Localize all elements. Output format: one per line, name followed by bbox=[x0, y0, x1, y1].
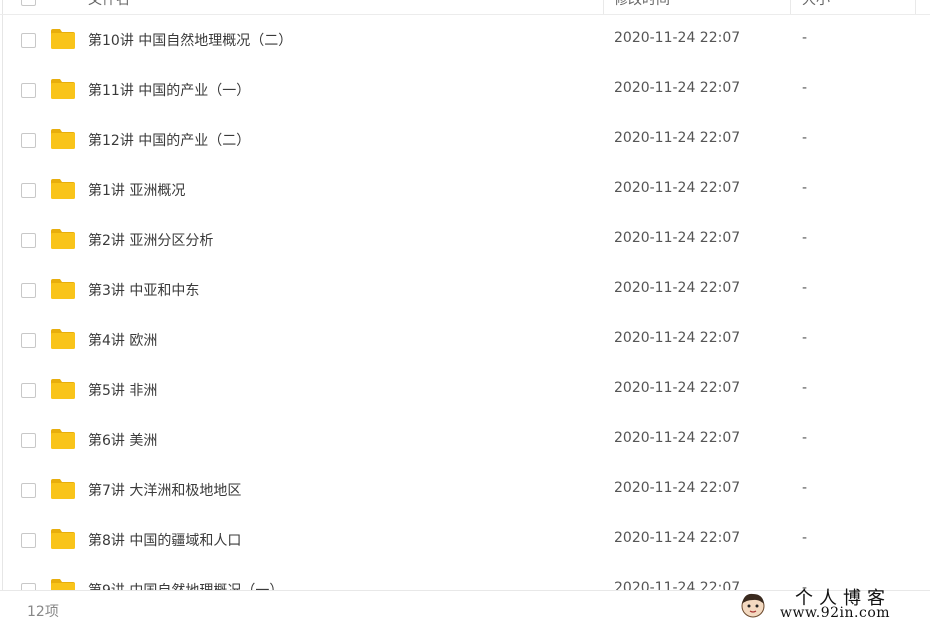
list-header: 文件名 修改时间 大小 bbox=[0, 0, 930, 15]
table-row[interactable]: 第11讲 中国的产业（一） 2020-11-24 22:07 - bbox=[0, 65, 930, 115]
table-row[interactable]: 第8讲 中国的疆域和人口 2020-11-24 22:07 - bbox=[0, 515, 930, 565]
column-divider[interactable] bbox=[790, 0, 791, 14]
file-name[interactable]: 第8讲 中国的疆域和人口 bbox=[88, 530, 241, 550]
folder-icon[interactable] bbox=[50, 128, 76, 150]
row-checkbox[interactable] bbox=[21, 233, 36, 248]
modified-time: 2020-11-24 22:07 bbox=[614, 530, 741, 546]
table-row[interactable]: 第1讲 亚洲概况 2020-11-24 22:07 - bbox=[0, 165, 930, 215]
folder-icon[interactable] bbox=[50, 178, 76, 200]
file-size: - bbox=[802, 480, 808, 496]
column-header-name[interactable]: 文件名 bbox=[88, 0, 130, 9]
file-name[interactable]: 第10讲 中国自然地理概况（二） bbox=[88, 30, 292, 50]
file-name[interactable]: 第5讲 非洲 bbox=[88, 380, 157, 400]
file-size: - bbox=[802, 80, 808, 96]
table-row[interactable]: 第2讲 亚洲分区分析 2020-11-24 22:07 - bbox=[0, 215, 930, 265]
table-row[interactable]: 第4讲 欧洲 2020-11-24 22:07 - bbox=[0, 315, 930, 365]
file-list[interactable]: 第10讲 中国自然地理概况（二） 2020-11-24 22:07- 第11讲 中国… bbox=[0, 14, 930, 590]
row-checkbox[interactable] bbox=[21, 83, 36, 98]
file-name[interactable]: 第3讲 中亚和中东 bbox=[88, 280, 199, 300]
file-name[interactable]: 第6讲 美洲 bbox=[88, 430, 157, 450]
file-name[interactable]: 第2讲 亚洲分区分析 bbox=[88, 230, 213, 250]
table-row[interactable]: 第6讲 美洲 2020-11-24 22:07 - bbox=[0, 415, 930, 465]
folder-icon[interactable] bbox=[50, 328, 76, 350]
modified-time: 2020-11-24 22:07 bbox=[614, 480, 741, 496]
watermark-url: www.92in.com bbox=[780, 605, 891, 621]
select-all-checkbox[interactable] bbox=[21, 0, 36, 6]
file-name[interactable]: 第12讲 中国的产业（二） bbox=[88, 130, 250, 150]
modified-time: 2020-11-24 22:07 bbox=[614, 580, 741, 590]
modified-time: 2020-11-24 22:07 bbox=[614, 380, 741, 396]
row-checkbox[interactable] bbox=[21, 583, 36, 590]
watermark: 个人博客 www.92in.com bbox=[738, 584, 928, 626]
folder-icon[interactable] bbox=[50, 228, 76, 250]
file-name[interactable]: 第11讲 中国的产业（一） bbox=[88, 80, 250, 100]
modified-time: 2020-11-24 22:07 bbox=[614, 430, 741, 446]
row-checkbox[interactable] bbox=[21, 333, 36, 348]
row-checkbox[interactable] bbox=[21, 483, 36, 498]
file-name[interactable]: 第4讲 欧洲 bbox=[88, 330, 157, 350]
file-size: - bbox=[802, 380, 808, 396]
modified-time: 2020-11-24 22:07 bbox=[614, 80, 741, 96]
table-row[interactable]: 第3讲 中亚和中东 2020-11-24 22:07 - bbox=[0, 265, 930, 315]
modified-time: 2020-11-24 22:07 bbox=[614, 130, 741, 146]
item-count: 12项 bbox=[27, 604, 59, 620]
folder-icon[interactable] bbox=[50, 278, 76, 300]
column-header-time[interactable]: 修改时间 bbox=[614, 0, 670, 9]
file-name[interactable]: 第7讲 大洋洲和极地地区 bbox=[88, 480, 241, 500]
row-checkbox[interactable] bbox=[21, 183, 36, 198]
row-checkbox[interactable] bbox=[21, 33, 36, 48]
folder-icon[interactable] bbox=[50, 528, 76, 550]
table-row[interactable]: 第10讲 中国自然地理概况（二） 2020-11-24 22:07 - bbox=[0, 15, 930, 65]
file-size: - bbox=[802, 430, 808, 446]
watermark-avatar-icon bbox=[739, 591, 767, 619]
folder-icon[interactable] bbox=[50, 78, 76, 100]
column-divider[interactable] bbox=[915, 0, 916, 14]
column-divider[interactable] bbox=[603, 0, 604, 14]
file-name[interactable]: 第1讲 亚洲概况 bbox=[88, 180, 185, 200]
file-name[interactable]: 第9讲 中国自然地理概况（一） bbox=[88, 580, 283, 590]
file-size: - bbox=[802, 330, 808, 346]
file-size: - bbox=[802, 130, 808, 146]
file-list-window: 文件名 修改时间 大小 第10讲 中国自然地理概况（二） 2020-11-24 2… bbox=[0, 0, 930, 626]
row-checkbox[interactable] bbox=[21, 383, 36, 398]
file-size: - bbox=[802, 180, 808, 196]
row-checkbox[interactable] bbox=[21, 133, 36, 148]
file-size: - bbox=[802, 30, 808, 46]
row-checkbox[interactable] bbox=[21, 533, 36, 548]
row-checkbox[interactable] bbox=[21, 283, 36, 298]
table-row[interactable]: 第12讲 中国的产业（二） 2020-11-24 22:07 - bbox=[0, 115, 930, 165]
folder-icon[interactable] bbox=[50, 428, 76, 450]
table-row[interactable]: 第7讲 大洋洲和极地地区 2020-11-24 22:07 - bbox=[0, 465, 930, 515]
column-header-size[interactable]: 大小 bbox=[802, 0, 830, 9]
file-size: - bbox=[802, 530, 808, 546]
folder-icon[interactable] bbox=[50, 28, 76, 50]
modified-time: 2020-11-24 22:07 bbox=[614, 280, 741, 296]
row-checkbox[interactable] bbox=[21, 433, 36, 448]
modified-time: 2020-11-24 22:07 bbox=[614, 30, 741, 46]
folder-icon[interactable] bbox=[50, 578, 76, 590]
file-size: - bbox=[802, 230, 808, 246]
file-size: - bbox=[802, 280, 808, 296]
modified-time: 2020-11-24 22:07 bbox=[614, 230, 741, 246]
folder-icon[interactable] bbox=[50, 378, 76, 400]
modified-time: 2020-11-24 22:07 bbox=[614, 330, 741, 346]
folder-icon[interactable] bbox=[50, 478, 76, 500]
modified-time: 2020-11-24 22:07 bbox=[614, 180, 741, 196]
table-row[interactable]: 第5讲 非洲 2020-11-24 22:07 - bbox=[0, 365, 930, 415]
